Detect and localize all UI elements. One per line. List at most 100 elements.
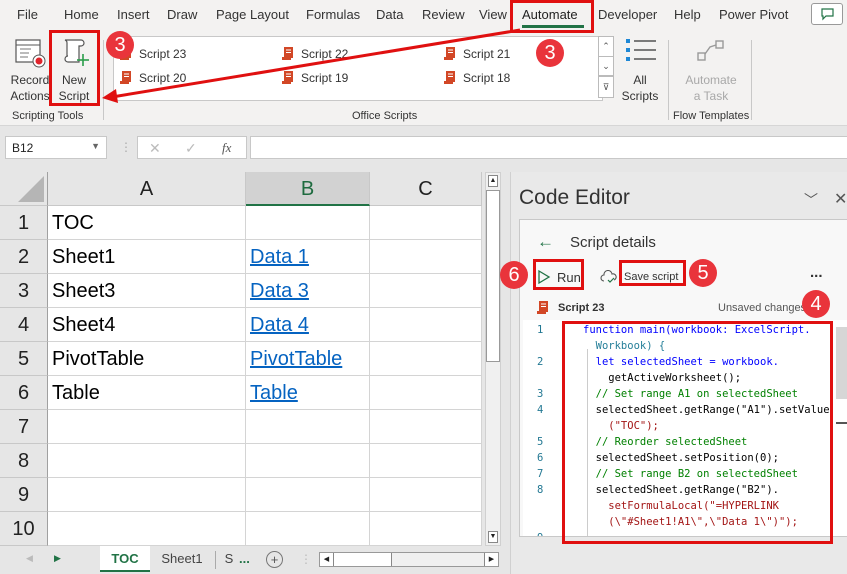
sheet-tab-truncated[interactable]: S	[222, 546, 236, 572]
script-item[interactable]: Script 21	[444, 46, 510, 61]
row-header[interactable]: 2	[0, 240, 48, 274]
cell[interactable]	[246, 410, 370, 444]
horizontal-scroll-thumb[interactable]	[334, 553, 392, 566]
comments-button[interactable]	[811, 3, 843, 25]
sheet-tab-toc[interactable]: TOC	[100, 546, 150, 572]
back-arrow-icon[interactable]: ←	[537, 232, 554, 252]
cell[interactable]	[246, 478, 370, 512]
row-header[interactable]: 10	[0, 512, 48, 546]
prev-sheet-icon[interactable]: ◀	[26, 553, 33, 564]
gallery-expand[interactable]: ⊽	[598, 76, 614, 98]
row-header[interactable]: 9	[0, 478, 48, 512]
cancel-icon[interactable]: ✕	[149, 140, 161, 157]
script-item[interactable]: Script 18	[444, 70, 510, 85]
column-header-b[interactable]: B	[246, 172, 370, 206]
menu-developer[interactable]: Developer	[598, 7, 657, 22]
horizontal-scrollbar[interactable]: ◀ ▶	[319, 552, 499, 567]
hyperlink-cell[interactable]: PivotTable	[246, 342, 370, 376]
more-sheets-button[interactable]: ...	[239, 551, 250, 566]
menu-help[interactable]: Help	[674, 7, 701, 22]
gallery-scroll-up[interactable]: ⌃	[598, 36, 614, 57]
cell[interactable]: Sheet4	[48, 308, 246, 342]
menu-draw[interactable]: Draw	[167, 7, 197, 22]
cell[interactable]	[48, 410, 246, 444]
cell[interactable]	[370, 342, 482, 376]
vertical-scrollbar[interactable]: ▲ ▼	[485, 172, 501, 546]
code-editor[interactable]: 1 function main(workbook: ExcelScript. Wo…	[523, 320, 847, 536]
menu-page-layout[interactable]: Page Layout	[216, 7, 289, 22]
cell[interactable]	[370, 376, 482, 410]
column-header-c[interactable]: C	[370, 172, 482, 206]
cell[interactable]: Table	[48, 376, 246, 410]
row-header[interactable]: 3	[0, 274, 48, 308]
menu-data[interactable]: Data	[376, 7, 403, 22]
cell[interactable]	[48, 512, 246, 546]
insert-function-icon[interactable]: fx	[222, 140, 231, 156]
script-item[interactable]: Script 22	[282, 46, 348, 61]
vertical-scroll-thumb[interactable]	[486, 190, 500, 362]
row-header[interactable]: 6	[0, 376, 48, 410]
menu-insert[interactable]: Insert	[117, 7, 150, 22]
cell[interactable]	[246, 206, 370, 240]
all-scripts-button[interactable]: All Scripts	[618, 34, 662, 104]
cell[interactable]	[370, 240, 482, 274]
menu-automate[interactable]: Automate	[522, 7, 578, 22]
record-actions-button[interactable]: Record Actions	[6, 34, 52, 104]
cell[interactable]: PivotTable	[48, 342, 246, 376]
menu-view[interactable]: View	[479, 7, 507, 22]
cell[interactable]: TOC	[48, 206, 246, 240]
name-box[interactable]: B12 ▼	[5, 136, 107, 159]
hyperlink-cell[interactable]: Table	[246, 376, 370, 410]
cell[interactable]	[370, 478, 482, 512]
splitter-handle-icon[interactable]: ⋮	[300, 552, 312, 566]
code-scrollbar[interactable]	[836, 327, 847, 399]
automate-task-button[interactable]: Automate a Task	[678, 34, 744, 104]
scroll-down-icon[interactable]: ▼	[488, 531, 498, 543]
menu-file[interactable]: File	[17, 7, 38, 22]
cell[interactable]	[370, 410, 482, 444]
menu-review[interactable]: Review	[422, 7, 465, 22]
save-script-button[interactable]: Save script	[600, 266, 678, 288]
add-sheet-button[interactable]: +	[266, 551, 283, 568]
cell[interactable]	[370, 206, 482, 240]
cell[interactable]	[246, 444, 370, 478]
row-header[interactable]: 8	[0, 444, 48, 478]
gallery-scroll-down[interactable]: ⌄	[598, 56, 614, 76]
menu-power-pivot[interactable]: Power Pivot	[719, 7, 788, 22]
cell[interactable]	[370, 308, 482, 342]
enter-icon[interactable]: ✓	[185, 140, 197, 157]
row-header[interactable]: 4	[0, 308, 48, 342]
hyperlink-cell[interactable]: Data 4	[246, 308, 370, 342]
row-header[interactable]: 5	[0, 342, 48, 376]
scroll-left-icon[interactable]: ◀	[320, 553, 334, 566]
run-button[interactable]: Run	[537, 266, 581, 288]
script-item[interactable]: Script 20	[120, 70, 186, 85]
cell[interactable]	[370, 444, 482, 478]
cell[interactable]	[48, 444, 246, 478]
more-options-icon[interactable]: ...	[810, 264, 823, 281]
cell[interactable]	[370, 512, 482, 546]
menu-home[interactable]: Home	[64, 7, 99, 22]
formula-input[interactable]	[250, 136, 847, 159]
drag-handle-icon[interactable]: ⋮	[120, 140, 132, 154]
row-header[interactable]: 1	[0, 206, 48, 240]
scroll-right-icon[interactable]: ▶	[484, 553, 498, 566]
select-all-corner[interactable]	[0, 172, 48, 206]
scroll-up-icon[interactable]: ▲	[488, 175, 498, 187]
sheet-tab-sheet1[interactable]: Sheet1	[152, 546, 212, 572]
cell[interactable]: Sheet1	[48, 240, 246, 274]
cell[interactable]	[48, 478, 246, 512]
cell[interactable]	[370, 274, 482, 308]
menu-formulas[interactable]: Formulas	[306, 7, 360, 22]
close-icon[interactable]: ✕	[834, 189, 847, 209]
collapse-panel-icon[interactable]: ﹀	[804, 190, 818, 210]
hyperlink-cell[interactable]: Data 1	[246, 240, 370, 274]
column-header-a[interactable]: A	[48, 172, 246, 206]
hyperlink-cell[interactable]: Data 3	[246, 274, 370, 308]
cell[interactable]	[246, 512, 370, 546]
new-script-button[interactable]: New Script	[52, 34, 98, 104]
next-sheet-icon[interactable]: ▶	[54, 553, 61, 564]
cell[interactable]: Sheet3	[48, 274, 246, 308]
row-header[interactable]: 7	[0, 410, 48, 444]
script-item[interactable]: Script 19	[282, 70, 348, 85]
